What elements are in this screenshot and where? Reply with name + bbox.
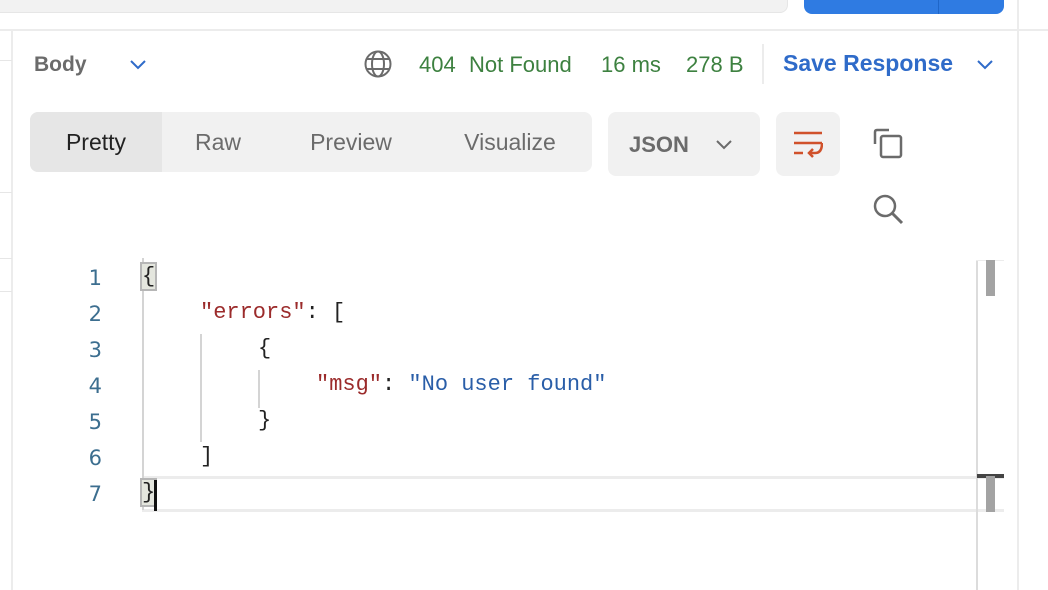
save-response-button[interactable]: Save Response — [783, 50, 953, 77]
active-line-highlight — [142, 476, 1004, 512]
editor-scrollbar-track[interactable] — [976, 260, 978, 590]
sidebar-divider — [0, 60, 12, 61]
code-line: ] — [200, 444, 214, 469]
right-panel-divider[interactable] — [1017, 0, 1019, 590]
status-code[interactable]: 404 — [419, 52, 456, 78]
text-cursor — [154, 480, 157, 511]
request-bar-strip — [0, 0, 1048, 31]
response-size[interactable]: 278 B — [686, 52, 744, 78]
line-number: 6 — [88, 446, 102, 470]
code-line: } — [258, 408, 272, 433]
tab-preview[interactable]: Preview — [274, 112, 428, 172]
line-number: 3 — [88, 338, 102, 362]
line-number: 1 — [88, 266, 102, 290]
code-line: { — [258, 336, 272, 361]
left-sidebar-edge — [0, 31, 13, 590]
scrollbar-thumb[interactable] — [986, 476, 995, 512]
copy-icon[interactable] — [872, 128, 904, 160]
json-string-value: "No user found" — [408, 372, 607, 397]
chevron-down-icon[interactable] — [128, 57, 148, 71]
response-time[interactable]: 16 ms — [601, 52, 661, 78]
sidebar-divider — [0, 291, 12, 292]
format-select[interactable]: JSON — [608, 112, 760, 176]
json-key: "msg" — [316, 372, 383, 397]
sidebar-divider — [0, 258, 12, 259]
tab-pretty[interactable]: Pretty — [30, 112, 162, 172]
code-line: "msg": "No user found" — [316, 372, 606, 397]
url-input[interactable] — [0, 0, 788, 13]
globe-icon[interactable] — [363, 49, 393, 79]
line-number: 5 — [88, 410, 102, 434]
json-key: "errors" — [200, 300, 306, 325]
editor-gutter-border — [142, 258, 144, 510]
body-dropdown-label[interactable]: Body — [34, 53, 87, 77]
format-select-value: JSON — [629, 132, 689, 157]
json-punct: : [ — [305, 300, 346, 325]
tab-visualize[interactable]: Visualize — [428, 112, 592, 172]
json-code-editor[interactable]: 1 2 3 4 5 6 7 { "errors": [ { "msg": "No… — [60, 258, 1004, 590]
matched-brace: { — [139, 262, 158, 291]
send-button[interactable] — [804, 0, 1004, 14]
wrap-lines-button[interactable] — [776, 112, 840, 176]
code-line: { — [139, 262, 158, 291]
indent-guide — [258, 370, 260, 408]
status-text[interactable]: Not Found — [469, 52, 572, 78]
wrap-lines-icon — [794, 131, 823, 158]
header-separator — [762, 44, 764, 84]
send-split-divider — [938, 0, 939, 14]
response-header: Body 404 Not Found 16 ms 278 B Save Resp… — [14, 33, 1017, 95]
indent-guide — [200, 334, 202, 442]
tab-raw[interactable]: Raw — [162, 112, 274, 172]
line-number: 2 — [88, 302, 102, 326]
chevron-down-icon — [716, 140, 732, 150]
sidebar-divider — [0, 192, 12, 193]
response-panel: Body 404 Not Found 16 ms 278 B Save Resp… — [0, 0, 1048, 590]
search-icon[interactable] — [872, 193, 904, 225]
code-line: "errors": [ — [200, 300, 345, 325]
line-number: 4 — [88, 374, 102, 398]
chevron-down-icon[interactable] — [975, 57, 995, 71]
scrollbar-thumb[interactable] — [986, 260, 995, 296]
json-punct: : — [382, 372, 409, 397]
line-number: 7 — [88, 482, 102, 506]
view-mode-tabs: Pretty Raw Preview Visualize — [30, 112, 592, 172]
